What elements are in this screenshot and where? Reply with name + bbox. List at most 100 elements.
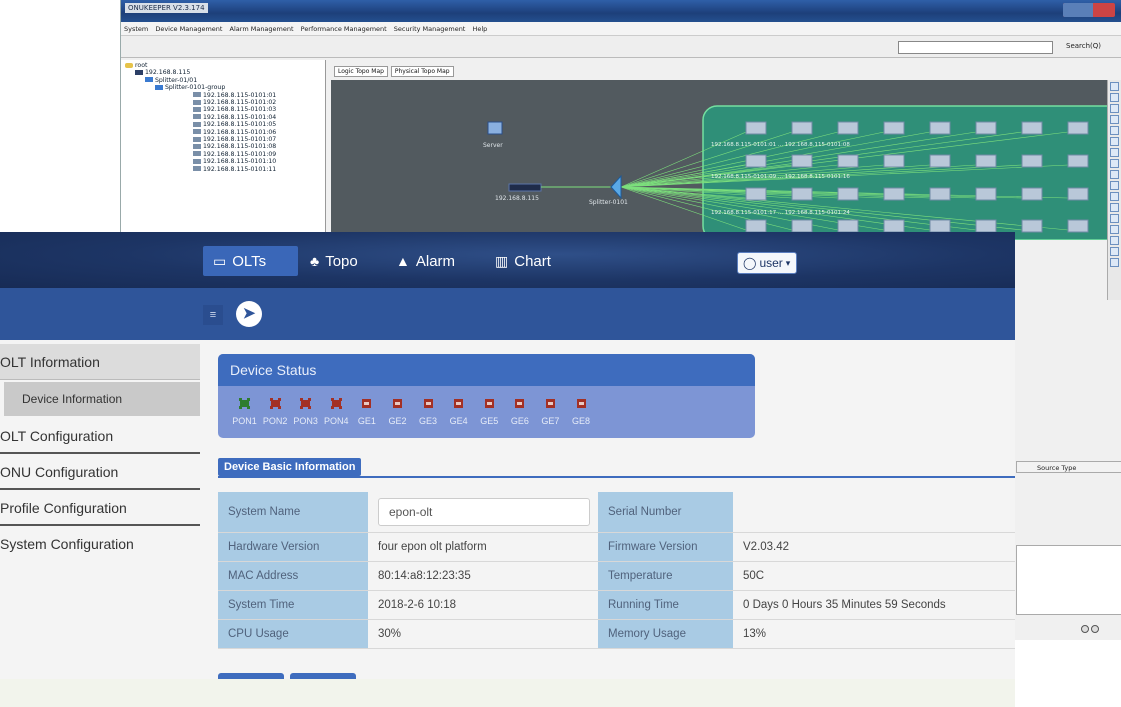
sidebar-item-olt-configuration[interactable]: OLT Configuration [0,418,200,454]
onu-icon[interactable] [1067,154,1089,168]
menu-device-management[interactable]: Device Management [155,25,222,33]
topo-tool-icon[interactable] [1110,82,1119,91]
onu-icon[interactable] [1021,219,1043,233]
nav-olts[interactable]: ▭ OLTs [203,246,298,276]
tree-item[interactable]: 192.168.8.115-0101:05 [125,121,321,128]
onu-icon[interactable] [883,154,905,168]
onu-icon[interactable] [1067,219,1089,233]
menu-performance-management[interactable]: Performance Management [301,25,387,33]
onu-icon[interactable] [929,121,951,135]
window-controls[interactable] [1063,3,1115,17]
tree-item[interactable]: Splitter-01/01 [125,77,321,84]
sidebar-item-onu-configuration[interactable]: ONU Configuration [0,454,200,490]
topo-tool-icon[interactable] [1110,170,1119,179]
onu-icon[interactable] [975,154,997,168]
topo-tool-icon[interactable] [1110,214,1119,223]
onu-icon[interactable] [975,219,997,233]
back-arrow-icon[interactable]: ➤ [236,301,262,327]
port-ge2[interactable]: GE2 [383,398,412,429]
nav-alarm[interactable]: ▲ Alarm [396,246,455,276]
menu-system[interactable]: System [124,25,148,33]
tree-item[interactable]: 192.168.8.115-0101:11 [125,166,321,173]
port-ge4[interactable]: GE4 [444,398,473,429]
topology-canvas[interactable]: Server 192.168.8.115 Splitter-0101 192.1… [331,80,1111,240]
minimize-button[interactable] [1063,3,1093,17]
tree-item[interactable]: 192.168.8.115-0101:01 [125,92,321,99]
tree-item[interactable]: 192.168.8.115-0101:03 [125,106,321,113]
tab-logic-topo-map[interactable]: Logic Topo Map [334,66,388,77]
topo-tool-icon[interactable] [1110,181,1119,190]
onu-icon[interactable] [745,121,767,135]
onu-icon[interactable] [1021,154,1043,168]
tree-item[interactable]: 192.168.8.115-0101:02 [125,99,321,106]
topo-tool-icon[interactable] [1110,192,1119,201]
onu-icon[interactable] [791,187,813,201]
tree-item[interactable]: 192.168.8.115 [125,69,321,76]
user-menu-button[interactable]: ◯ user ▾ [737,252,797,274]
system-name-input[interactable]: epon-olt [378,497,590,526]
onu-icon[interactable] [975,121,997,135]
tree-item[interactable]: root [125,62,321,69]
menu-help[interactable]: Help [472,25,487,33]
tree-item[interactable]: 192.168.8.115-0101:04 [125,114,321,121]
sidebar-item-olt-information[interactable]: OLT Information [0,344,200,380]
source-type-column-header[interactable]: Source Type [1016,461,1121,473]
tree-item[interactable]: 192.168.8.115-0101:09 [125,151,321,158]
onu-icon[interactable] [837,219,859,233]
tree-item[interactable]: 192.168.8.115-0101:06 [125,129,321,136]
topo-tool-icon[interactable] [1110,203,1119,212]
olt-node[interactable]: 192.168.8.115 [495,183,542,202]
menu-toggle-icon[interactable]: ≡ [203,305,223,325]
onu-icon[interactable] [791,219,813,233]
nav-chart[interactable]: ▥ Chart [495,246,551,276]
port-pon2[interactable]: PON2 [261,398,290,429]
port-ge8[interactable]: GE8 [567,398,596,429]
onu-icon[interactable] [1021,187,1043,201]
topo-tool-icon[interactable] [1110,137,1119,146]
onu-icon[interactable] [929,187,951,201]
search-button[interactable]: Search(Q) [1066,42,1101,50]
nav-topo[interactable]: ♣ Topo [310,246,358,276]
onu-icon[interactable] [791,121,813,135]
onu-icon[interactable] [1067,187,1089,201]
device-tree[interactable]: root 192.168.8.115 Splitter-01/01 Splitter-… [121,60,326,240]
search-input[interactable] [898,41,1053,54]
onu-icon[interactable] [883,187,905,201]
topo-tool-icon[interactable] [1110,148,1119,157]
topo-tool-icon[interactable] [1110,225,1119,234]
onu-icon[interactable] [883,121,905,135]
port-pon4[interactable]: PON4 [322,398,351,429]
onu-icon[interactable] [837,154,859,168]
onu-icon[interactable] [883,219,905,233]
onu-icon[interactable] [837,187,859,201]
port-ge6[interactable]: GE6 [505,398,534,429]
onu-icon[interactable] [1067,121,1089,135]
sidebar-item-system-configuration[interactable]: System Configuration [0,526,200,562]
onu-icon[interactable] [929,154,951,168]
sidebar-item-device-information[interactable]: Device Information [4,382,200,416]
topo-tool-icon[interactable] [1110,247,1119,256]
topo-tool-icon[interactable] [1110,104,1119,113]
topo-tool-icon[interactable] [1110,115,1119,124]
menu-alarm-management[interactable]: Alarm Management [230,25,294,33]
topo-tool-icon[interactable] [1110,236,1119,245]
topo-tool-icon[interactable] [1110,93,1119,102]
topo-tool-icon[interactable] [1110,159,1119,168]
port-ge3[interactable]: GE3 [414,398,443,429]
server-node[interactable]: Server [483,121,503,149]
port-pon1[interactable]: PON1 [230,398,259,429]
tree-item[interactable]: 192.168.8.115-0101:08 [125,143,321,150]
port-ge5[interactable]: GE5 [475,398,504,429]
tree-item[interactable]: 192.168.8.115-0101:07 [125,136,321,143]
tab-physical-topo-map[interactable]: Physical Topo Map [390,66,454,77]
topo-tool-icon[interactable] [1110,258,1119,267]
onu-icon[interactable] [837,121,859,135]
port-ge1[interactable]: GE1 [352,398,381,429]
port-ge7[interactable]: GE7 [536,398,565,429]
onu-icon[interactable] [791,154,813,168]
onu-icon[interactable] [1021,121,1043,135]
menu-security-management[interactable]: Security Management [394,25,466,33]
topo-tool-icon[interactable] [1110,126,1119,135]
onu-icon[interactable] [745,219,767,233]
splitter-node[interactable]: Splitter-0101 [589,174,628,206]
